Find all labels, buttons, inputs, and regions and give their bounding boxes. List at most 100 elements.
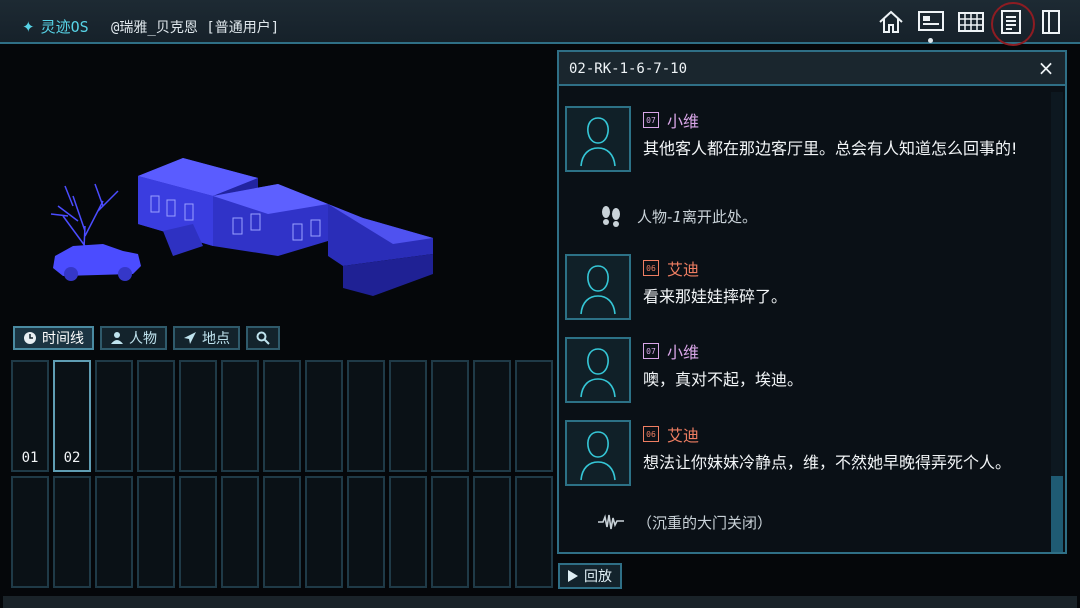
leave-person-number: 1 <box>672 207 682 226</box>
left-tabs: 时间线 人物 地点 <box>13 326 280 350</box>
avatar <box>565 106 631 172</box>
silhouette-icon <box>580 117 616 167</box>
speaker: 06 艾迪 <box>643 422 699 446</box>
dialog-title: 02-RK-1-6-7-10 <box>569 61 688 77</box>
speaker-id-badge: 07 <box>643 112 659 128</box>
house-model <box>138 158 433 296</box>
dialog-scrollbar[interactable] <box>1051 92 1063 552</box>
user-label: @瑞雅_贝克恩 [普通用户] <box>111 20 280 36</box>
timeline-slot[interactable] <box>305 476 343 588</box>
timeline-slot[interactable] <box>389 360 427 472</box>
timeline-row <box>11 476 555 588</box>
timeline-slot[interactable] <box>95 476 133 588</box>
silhouette-icon <box>580 431 616 481</box>
timeline-slot[interactable] <box>221 476 259 588</box>
leave-rest: 离开此处。 <box>681 207 757 226</box>
bottom-strip <box>3 596 1077 608</box>
panel-icon[interactable] <box>1036 7 1066 37</box>
silhouette-icon <box>580 265 616 315</box>
timeline-slot[interactable] <box>347 476 385 588</box>
silhouette-icon <box>580 348 616 398</box>
speaker-id-badge: 06 <box>643 426 659 442</box>
timeline-slot[interactable] <box>137 360 175 472</box>
timeline-slot[interactable] <box>347 360 385 472</box>
speaker: 07 小维 <box>643 108 699 132</box>
car-model <box>53 244 141 281</box>
person-icon <box>111 332 123 344</box>
top-toolbar <box>876 2 1066 46</box>
tab-search[interactable] <box>246 326 280 350</box>
timeline-slot[interactable] <box>263 360 301 472</box>
speaker: 07 小维 <box>643 339 699 363</box>
timeline-slot[interactable] <box>473 360 511 472</box>
replay-button[interactable]: 回放 <box>558 563 622 589</box>
speaker-id-badge: 07 <box>643 343 659 359</box>
leave-event: 人物-1离开此处。 <box>597 204 757 228</box>
timeline-slot[interactable] <box>221 360 259 472</box>
scrollbar-thumb[interactable] <box>1051 476 1063 552</box>
timeline-row: 01 02 <box>11 360 555 472</box>
timeline-slot[interactable] <box>263 476 301 588</box>
message-text: 噢，真对不起，埃迪。 <box>643 370 804 389</box>
timeline-slot-label: 01 <box>21 450 39 466</box>
timeline-slot[interactable]: 02 <box>53 360 91 472</box>
dialog-log[interactable]: 07 小维 其他客人都在那边客厅里。总会有人知道怎么回事的! 人物-1离开此处。… <box>559 88 1065 552</box>
grid-icon[interactable] <box>956 7 986 37</box>
timeline-slot[interactable] <box>179 360 217 472</box>
tab-timeline-label: 时间线 <box>42 331 84 347</box>
speaker-name: 艾迪 <box>667 260 700 279</box>
avatar <box>565 337 631 403</box>
timeline-slot[interactable] <box>431 476 469 588</box>
timeline-slot[interactable] <box>473 476 511 588</box>
os-name: 灵迹OS <box>40 18 89 36</box>
speaker-id-badge: 06 <box>643 260 659 276</box>
brand: ✦ 灵迹OS <box>22 16 89 37</box>
notes-icon[interactable] <box>991 2 1035 46</box>
avatar <box>565 420 631 486</box>
soundwave-icon <box>598 514 624 530</box>
building-model[interactable] <box>43 106 443 346</box>
avatar <box>565 254 631 320</box>
timeline-slot[interactable] <box>137 476 175 588</box>
home-icon[interactable] <box>876 7 906 37</box>
timeline-slot[interactable] <box>11 476 49 588</box>
sound-event-text: （沉重的大门关闭） <box>637 513 773 532</box>
message-text: 想法让你妹妹冷静点，维，不然她早晚得弄死个人。 <box>643 453 1012 472</box>
clock-icon <box>24 332 36 344</box>
timeline-slot[interactable] <box>95 360 133 472</box>
timeline-slot[interactable] <box>53 476 91 588</box>
sound-event: （沉重的大门关闭） <box>597 510 772 534</box>
timeline-slot[interactable] <box>431 360 469 472</box>
dialog-header: 02-RK-1-6-7-10 × <box>559 52 1065 86</box>
location-icon <box>184 332 196 344</box>
tab-timeline[interactable]: 时间线 <box>13 326 94 350</box>
speaker-name: 小维 <box>667 343 700 362</box>
leave-event-text: 人物-1离开此处。 <box>637 206 757 227</box>
replay-label: 回放 <box>584 569 612 585</box>
timeline-slot[interactable] <box>515 360 553 472</box>
timeline-grid: 01 02 <box>11 360 555 592</box>
tab-characters[interactable]: 人物 <box>100 326 167 350</box>
speaker-name: 艾迪 <box>667 426 700 445</box>
monitor-icon[interactable] <box>916 7 946 43</box>
timeline-slot[interactable] <box>179 476 217 588</box>
tab-locations-label: 地点 <box>202 331 230 347</box>
timeline-slot[interactable] <box>389 476 427 588</box>
message-text: 看来那娃娃摔碎了。 <box>643 287 788 306</box>
sparkle-icon: ✦ <box>22 17 35 36</box>
timeline-slot-label: 02 <box>63 450 81 466</box>
dialog-panel: 02-RK-1-6-7-10 × 07 小维 其他客人都在那边客厅里。总会有人知… <box>557 50 1067 554</box>
tab-locations[interactable]: 地点 <box>173 326 240 350</box>
speaker: 06 艾迪 <box>643 256 699 280</box>
tab-characters-label: 人物 <box>129 331 157 347</box>
top-bar: ✦ 灵迹OS @瑞雅_贝克恩 [普通用户] <box>0 0 1080 46</box>
active-indicator <box>928 38 933 43</box>
timeline-slot[interactable]: 01 <box>11 360 49 472</box>
close-icon[interactable]: × <box>1035 57 1057 79</box>
play-icon <box>568 570 578 582</box>
timeline-slot[interactable] <box>305 360 343 472</box>
timeline-slot[interactable] <box>515 476 553 588</box>
leave-person: 人物- <box>637 207 673 226</box>
speaker-name: 小维 <box>667 112 700 131</box>
map-panel: 时间线 人物 地点 01 02 <box>3 46 555 600</box>
